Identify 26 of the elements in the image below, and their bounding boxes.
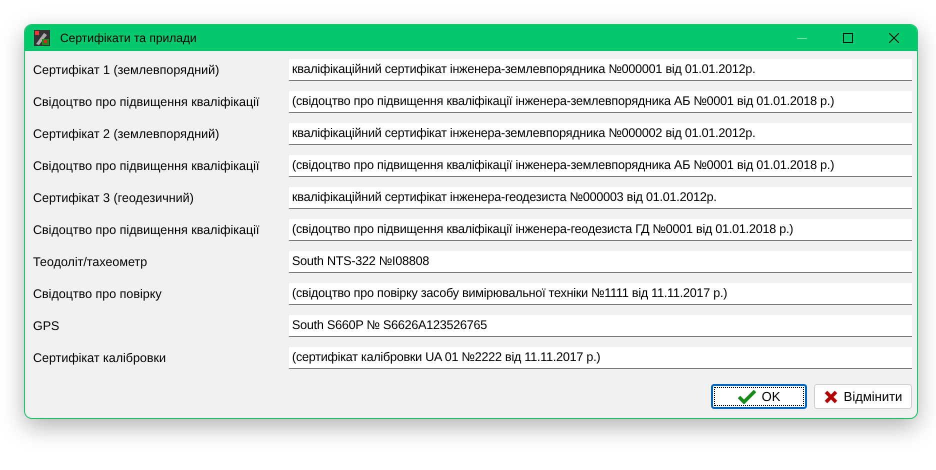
field-label: Свідоцтво про підвищення кваліфікації [33,222,260,239]
text-field[interactable]: South S660P № S6626A123526765 [289,315,912,337]
field-label: Сертифікат 2 (землевпорядний) [33,126,220,143]
text-field[interactable]: South NTS-322 №I08808 [289,251,912,273]
text-field[interactable]: кваліфікаційний сертифікат інженера-землевпорядника №000001 від 01.01.2012р. [289,59,912,81]
text-field[interactable]: (свідоцтво про повірку засобу вимірювальної техніки №1111 від 11.11.2017 р.) [289,283,912,305]
field-label: Свідоцтво про підвищення кваліфікації [33,94,260,111]
field-label: Теодоліт/тахеометр [33,254,148,271]
text-field[interactable]: (свідоцтво про підвищення кваліфікації інженера-землевпорядника АБ №0001 від 01.01.2018 р.) [289,155,912,177]
check-icon [738,390,756,404]
app-icon [34,30,50,46]
window-title: Сертифікати та прилади [60,30,197,47]
field-label: GPS [33,318,60,335]
cancel-button[interactable]: Відмінити [814,384,912,409]
text-field[interactable]: (свідоцтво про підвищення кваліфікації інженера-землевпорядника АБ №0001 від 01.01.2018 р.) [289,91,912,113]
field-label: Сертифікат 1 (землевпорядний) [33,62,220,79]
text-field[interactable]: (свідоцтво про підвищення кваліфікації інженера-геодезиста ГД №0001 від 01.01.2018 р.) [289,219,912,241]
cross-icon [824,390,838,404]
field-label: Сертифікат 3 (геодезичний) [33,190,195,207]
ok-button[interactable]: OK [711,384,807,409]
field-label: Свідоцтво про підвищення кваліфікації [33,158,260,175]
text-field[interactable]: (сертифікат калібровки UA 01 №2222 від 11.11.2017 р.) [289,347,912,369]
text-field[interactable]: кваліфікаційний сертифікат інженера-землевпорядника №000002 від 01.01.2012р. [289,123,912,145]
field-label: Свідоцтво про повірку [33,286,163,303]
field-label: Сертифікат калібровки [33,350,167,367]
text-field[interactable]: кваліфікаційний сертифікат інженера-геодезиста №000003 від 01.01.2012р. [289,187,912,209]
